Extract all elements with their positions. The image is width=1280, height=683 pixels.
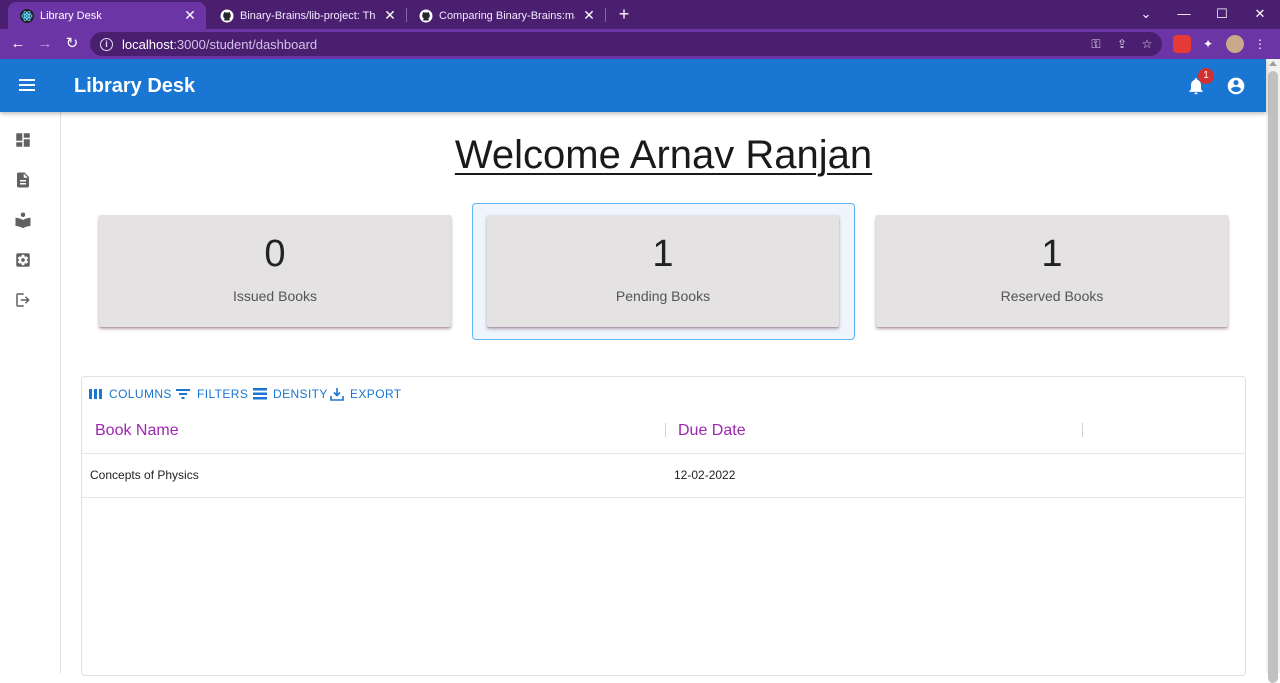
close-tab-icon[interactable]: ✕	[384, 7, 396, 24]
card-label: Reserved Books	[1000, 288, 1104, 304]
density-button[interactable]: DENSITY	[253, 387, 328, 401]
forward-button[interactable]: →	[35, 34, 55, 54]
column-header-due-date[interactable]: Due Date	[678, 422, 746, 440]
browser-tab-github-repo[interactable]: Binary-Brains/lib-project: This Pr ✕	[208, 2, 406, 29]
filter-icon	[176, 389, 190, 399]
close-tab-icon[interactable]: ✕	[184, 7, 196, 24]
browser-toolbar: ← → ↻ i localhost:3000/student/dashboard…	[0, 29, 1280, 59]
react-icon	[20, 8, 34, 23]
scrollbar-thumb[interactable]	[1268, 71, 1278, 683]
column-separator[interactable]	[665, 423, 666, 437]
dashboard-icon[interactable]	[14, 131, 32, 149]
columns-button[interactable]: COLUMNS	[89, 387, 172, 401]
cell-book-name[interactable]: Concepts of Physics	[90, 468, 199, 482]
minimize-button[interactable]: —	[1173, 4, 1195, 24]
reserved-books-card[interactable]: 1 Reserved Books	[876, 215, 1228, 327]
density-icon	[253, 388, 267, 400]
document-icon[interactable]	[14, 171, 32, 189]
close-window-button[interactable]: ✕	[1249, 4, 1271, 24]
column-header-book-name[interactable]: Book Name	[95, 422, 179, 440]
tab-title: Library Desk	[40, 9, 102, 22]
row-divider	[82, 497, 1245, 498]
welcome-heading: Welcome Arnav Ranjan	[454, 133, 873, 177]
cell-due-date[interactable]: 12-02-2022	[674, 468, 735, 482]
columns-icon	[89, 389, 102, 399]
sidebar	[0, 112, 61, 673]
browser-tab-github-compare[interactable]: Comparing Binary-Brains:main...a ✕	[407, 2, 605, 29]
card-count: 0	[264, 233, 286, 275]
key-icon[interactable]: ⚿	[1088, 36, 1104, 52]
github-icon	[419, 9, 433, 23]
address-bar[interactable]: i localhost:3000/student/dashboard ⚿ ⇪ ☆	[90, 32, 1162, 56]
profile-avatar[interactable]	[1226, 35, 1244, 53]
logout-icon[interactable]	[14, 291, 32, 309]
header-divider	[82, 453, 1245, 454]
export-button[interactable]: EXPORT	[330, 387, 402, 401]
bookmark-star-icon[interactable]: ☆	[1139, 36, 1155, 52]
tab-search-icon[interactable]: ⌄	[1135, 4, 1157, 24]
github-icon	[220, 9, 234, 23]
site-info-icon[interactable]: i	[100, 37, 113, 51]
reload-button[interactable]: ↻	[62, 34, 82, 54]
download-icon	[330, 387, 344, 401]
book-reader-icon[interactable]	[14, 211, 32, 229]
issued-books-card[interactable]: 0 Issued Books	[99, 215, 451, 327]
account-circle-icon[interactable]	[1226, 76, 1246, 96]
books-data-grid: COLUMNS FILTERS DENSITY EXPORT Book Name…	[81, 376, 1246, 676]
menu-icon[interactable]	[19, 79, 35, 91]
card-label: Issued Books	[232, 288, 318, 304]
column-separator[interactable]	[1082, 423, 1083, 437]
extension-icon[interactable]	[1173, 35, 1191, 53]
tab-title: Binary-Brains/lib-project: This Pr	[240, 9, 376, 22]
card-count: 1	[1041, 233, 1063, 275]
new-tab-button[interactable]: +	[614, 4, 634, 24]
scroll-up-arrow[interactable]	[1269, 61, 1277, 66]
app-header: Library Desk 1	[0, 59, 1266, 112]
app-title: Library Desk	[74, 75, 196, 97]
browser-menu-icon[interactable]: ⋮	[1252, 36, 1268, 52]
share-icon[interactable]: ⇪	[1114, 36, 1130, 52]
browser-tab-bar: Library Desk ✕ Binary-Brains/lib-project…	[0, 0, 1280, 29]
page-scrollbar[interactable]	[1266, 59, 1280, 683]
extensions-puzzle-icon[interactable]: ✦	[1200, 36, 1216, 52]
card-label: Pending Books	[615, 288, 711, 304]
filters-button[interactable]: FILTERS	[175, 387, 248, 401]
notification-badge: 1	[1198, 68, 1214, 84]
tab-title: Comparing Binary-Brains:main...a	[439, 9, 575, 22]
url-text: localhost:3000/student/dashboard	[122, 36, 318, 52]
pending-books-card[interactable]: 1 Pending Books	[487, 215, 839, 327]
browser-tab-library-desk[interactable]: Library Desk ✕	[8, 2, 206, 29]
tab-divider	[605, 8, 606, 22]
settings-icon[interactable]	[14, 251, 32, 269]
back-button[interactable]: ←	[8, 34, 28, 54]
close-tab-icon[interactable]: ✕	[583, 7, 595, 24]
card-count: 1	[652, 233, 674, 275]
maximize-button[interactable]: ☐	[1211, 4, 1233, 24]
